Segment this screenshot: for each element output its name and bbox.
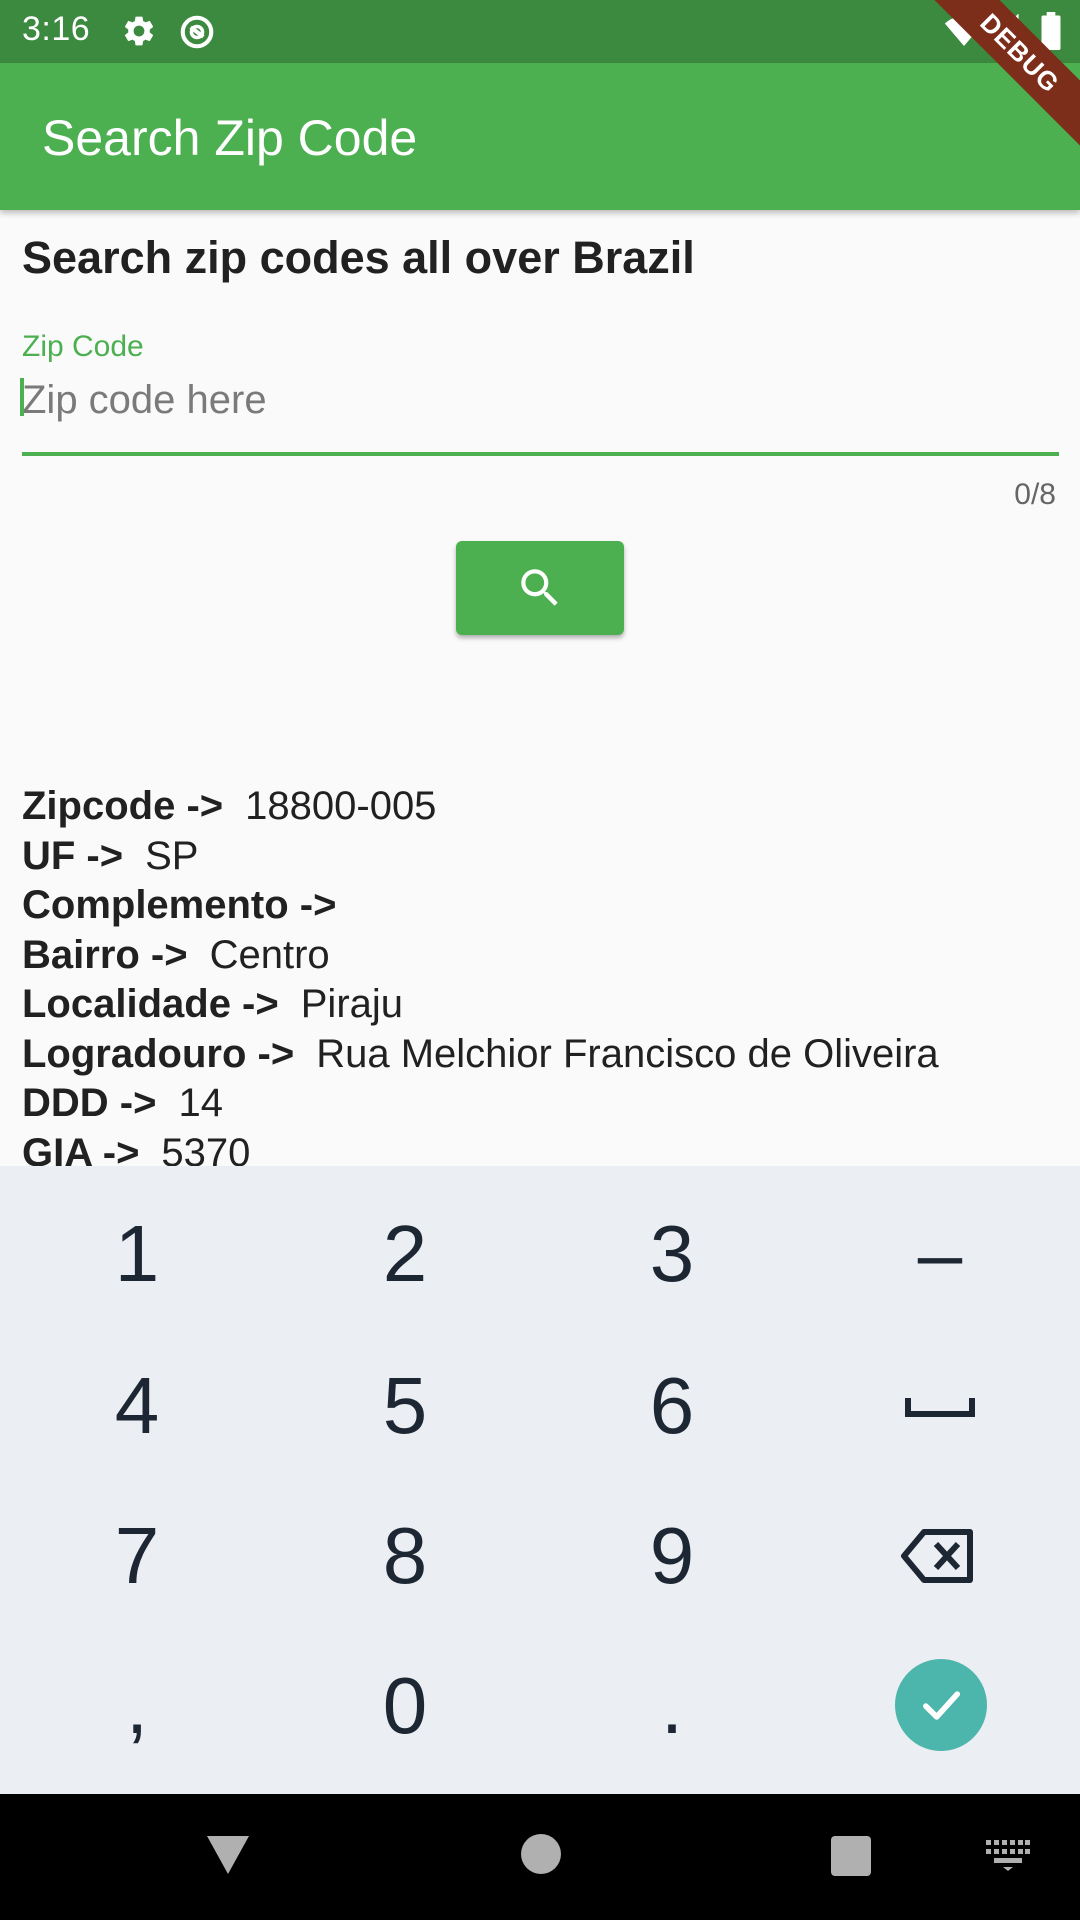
result-row-uf: UF -> SP [22,832,1062,882]
key-0[interactable]: 0 [270,1631,540,1781]
result-key: Localidade -> [22,982,279,1026]
key-backspace[interactable] [805,1481,1075,1631]
zip-code-input[interactable] [22,370,1059,430]
zip-field-underline [22,452,1059,456]
key-5[interactable]: 5 [270,1331,540,1481]
key-comma[interactable]: , [2,1631,272,1781]
result-row-ddd: DDD -> 14 [22,1079,1062,1129]
result-key: Zipcode -> [22,784,224,828]
status-bar: 3:16 [0,0,1080,63]
key-1[interactable]: 1 [2,1179,272,1329]
key-space[interactable] [805,1331,1075,1481]
character-counter: 0/8 [1014,478,1056,511]
keyboard-icon[interactable] [986,1840,1030,1872]
key-2[interactable]: 2 [270,1179,540,1329]
result-value: Centro [209,932,330,977]
result-value: SP [145,833,199,878]
result-row-localidade: Localidade -> Piraju [22,980,1062,1030]
key-dash[interactable]: – [805,1179,1075,1329]
key-4[interactable]: 4 [2,1331,272,1481]
app-bar: Search Zip Code [0,63,1080,210]
result-value: Rua Melchior Francisco de Oliveira [316,1031,939,1076]
space-icon [905,1398,975,1417]
backspace-icon [901,1529,973,1583]
home-icon[interactable] [521,1834,561,1874]
result-value: 18800-005 [245,784,437,828]
key-9[interactable]: 9 [537,1481,807,1631]
result-key: Logradouro -> [22,1031,295,1076]
navigation-bar [0,1794,1080,1920]
result-row-logradouro: Logradouro -> Rua Melchior Francisco de O… [22,1030,1062,1080]
result-key: Bairro -> [22,932,188,977]
recents-icon[interactable] [831,1836,871,1876]
result-key: DDD -> [22,1081,157,1125]
headline: Search zip codes all over Brazil [22,232,695,283]
result-row-zipcode: Zipcode -> 18800-005 [22,782,1062,832]
key-8[interactable]: 8 [270,1481,540,1631]
result-value: Piraju [300,982,404,1026]
back-icon[interactable] [205,1834,251,1876]
key-6[interactable]: 6 [537,1331,807,1481]
result-value: 14 [178,1081,223,1125]
key-7[interactable]: 7 [2,1481,272,1631]
text-cursor [20,378,24,416]
results-list: Zipcode -> 18800-005 UF -> SP Complemento … [22,782,1062,1172]
zip-field-label: Zip Code [22,330,144,363]
status-time: 3:16 [22,10,91,48]
search-icon [521,569,558,606]
result-row-complemento: Complemento -> [22,881,1062,931]
confirm-key[interactable] [895,1659,987,1751]
result-key: UF -> [22,833,124,878]
result-row-bairro: Bairro -> Centro [22,931,1062,981]
search-button[interactable] [456,541,624,635]
result-key: Complemento -> [22,883,337,927]
page-title: Search Zip Code [42,110,418,166]
checkmark-icon [923,1691,961,1720]
key-3[interactable]: 3 [537,1179,807,1329]
key-period[interactable]: . [537,1631,807,1781]
gear-icon [124,16,154,46]
sync-icon [180,15,214,49]
